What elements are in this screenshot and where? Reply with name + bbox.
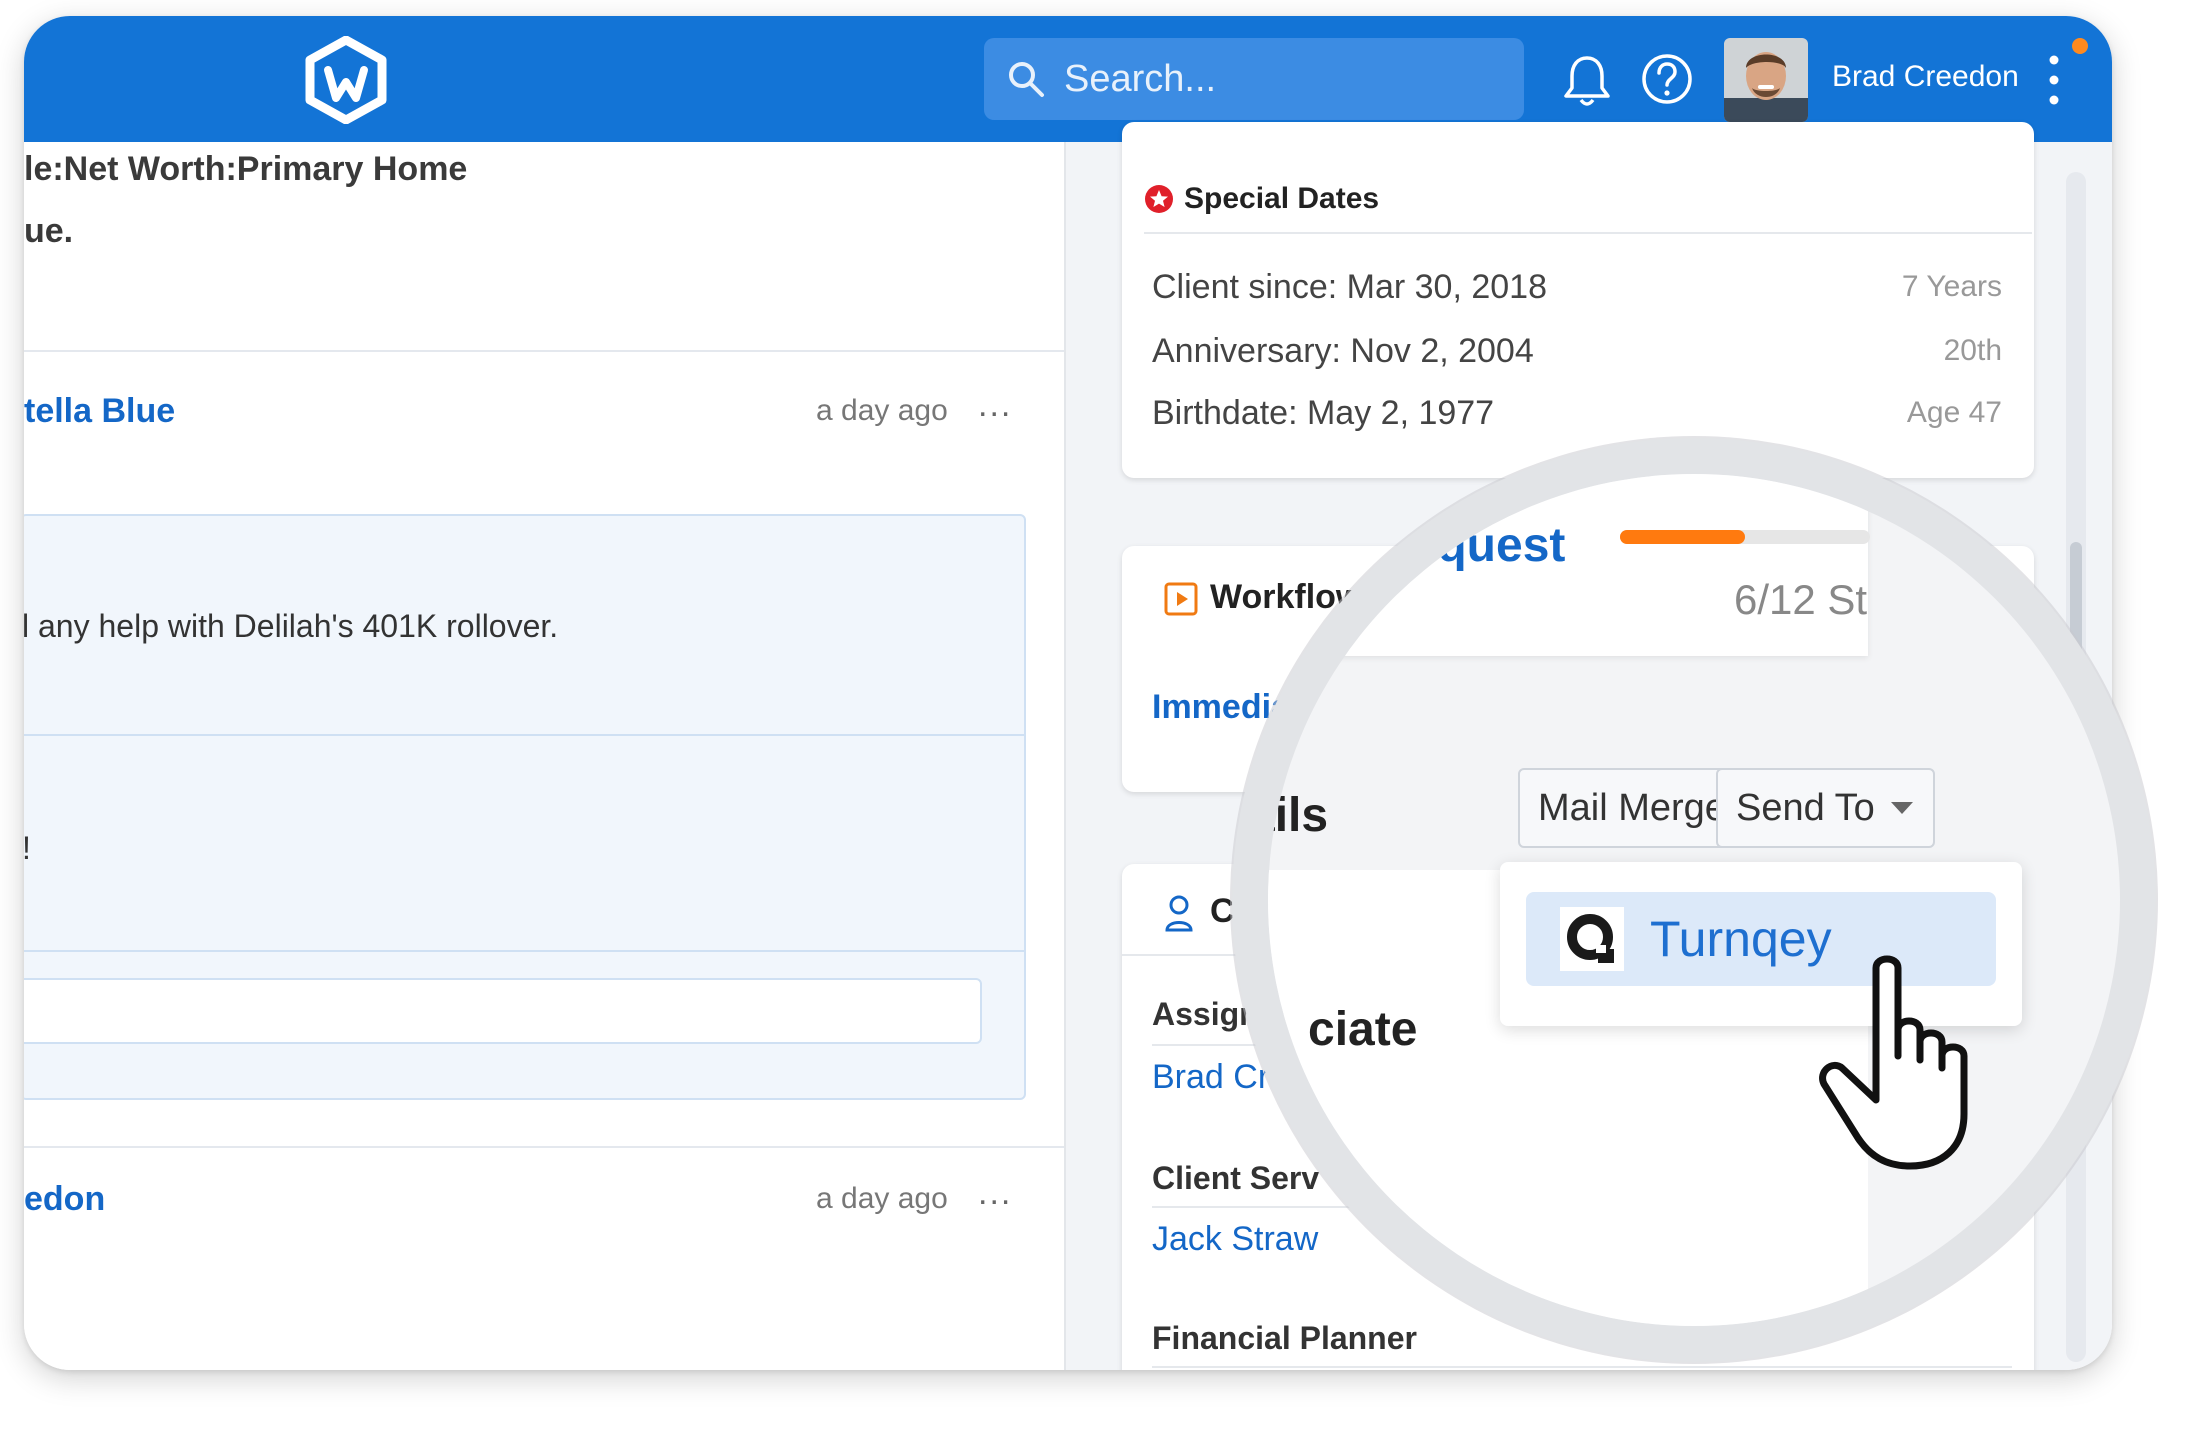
send-to-label: Send To [1736, 786, 1875, 829]
client-since-row: Client since: Mar 30, 2018 [1152, 268, 1547, 306]
search-placeholder: Search... [1064, 57, 1217, 100]
send-to-button[interactable]: Send To [1716, 768, 1935, 848]
user-name[interactable]: Brad Creedon [1832, 60, 2019, 94]
post-author[interactable]: tella Blue [24, 392, 175, 431]
birthdate-meta: Age 47 [1906, 396, 2002, 429]
post-more-icon[interactable]: ... [978, 386, 1012, 425]
magnified-associate-label: ciate [1308, 1003, 1418, 1056]
special-dates-card: Special Dates Client since: Mar 30, 2018… [1122, 122, 2034, 478]
feed-divider [24, 350, 1064, 352]
kebab-menu-icon[interactable] [2042, 50, 2066, 110]
search-icon [1009, 62, 1044, 97]
card-divider [1144, 232, 2032, 234]
menu-item-label: Turnqey [1650, 911, 1832, 967]
post-time: a day ago [816, 394, 948, 427]
hand-pointer-icon [1819, 955, 1968, 1170]
card-divider [1152, 1366, 2012, 1368]
avatar[interactable] [1724, 38, 1808, 122]
mail-merge-label: Mail Merge [1538, 786, 1726, 829]
feed-path-text: le:Net Worth:Primary Home [24, 150, 468, 188]
post-author[interactable]: edon [24, 1180, 105, 1219]
activity-feed: le:Net Worth:Primary Home ue. tella Blue… [24, 142, 1064, 1370]
reply-input[interactable] [24, 978, 982, 1044]
anniversary-row: Anniversary: Nov 2, 2004 [1152, 332, 1534, 370]
magnifier-lens: Request 6/12 St ails Mail Merge Send To … [1232, 438, 2156, 1362]
feed-divider [24, 1146, 1064, 1148]
turnqey-logo-icon [1560, 907, 1624, 971]
person-icon [1165, 895, 1193, 932]
notification-dot [2072, 38, 2088, 54]
chevron-down-icon [1890, 802, 1913, 814]
message-text: l any help with Delilah's 401K rollover. [24, 608, 559, 644]
client-since-meta: 7 Years [1901, 270, 2002, 303]
anniversary-meta: 20th [1943, 334, 2002, 367]
magnified-details-heading: ails [1248, 789, 1329, 842]
post-time: a day ago [816, 1182, 948, 1215]
message-text: ! [24, 830, 31, 867]
search-input[interactable]: Search... [984, 38, 1524, 120]
workflow-progress-bar [1620, 530, 1745, 544]
logo-icon[interactable] [304, 36, 388, 124]
message-thread: l any help with Delilah's 401K rollover.… [24, 514, 1026, 1100]
post-more-icon[interactable]: ... [978, 1174, 1012, 1213]
magnifier-content: Request 6/12 St ails Mail Merge Send To … [1268, 474, 2120, 1326]
workflow-steps-text: 6/12 St [1734, 576, 1868, 623]
card-title: Special Dates [1184, 182, 1380, 215]
feed-path-text-2: ue. [24, 212, 74, 250]
message-divider [24, 950, 1024, 952]
workflow-play-icon [1164, 582, 1198, 616]
magnified-request-title: Request [1376, 519, 1566, 572]
bell-icon[interactable] [1560, 52, 1614, 108]
help-icon[interactable] [1640, 52, 1694, 106]
birthdate-row: Birthdate: May 2, 1977 [1152, 394, 1495, 432]
message-divider [24, 734, 1024, 736]
star-badge-icon [1145, 185, 1173, 213]
